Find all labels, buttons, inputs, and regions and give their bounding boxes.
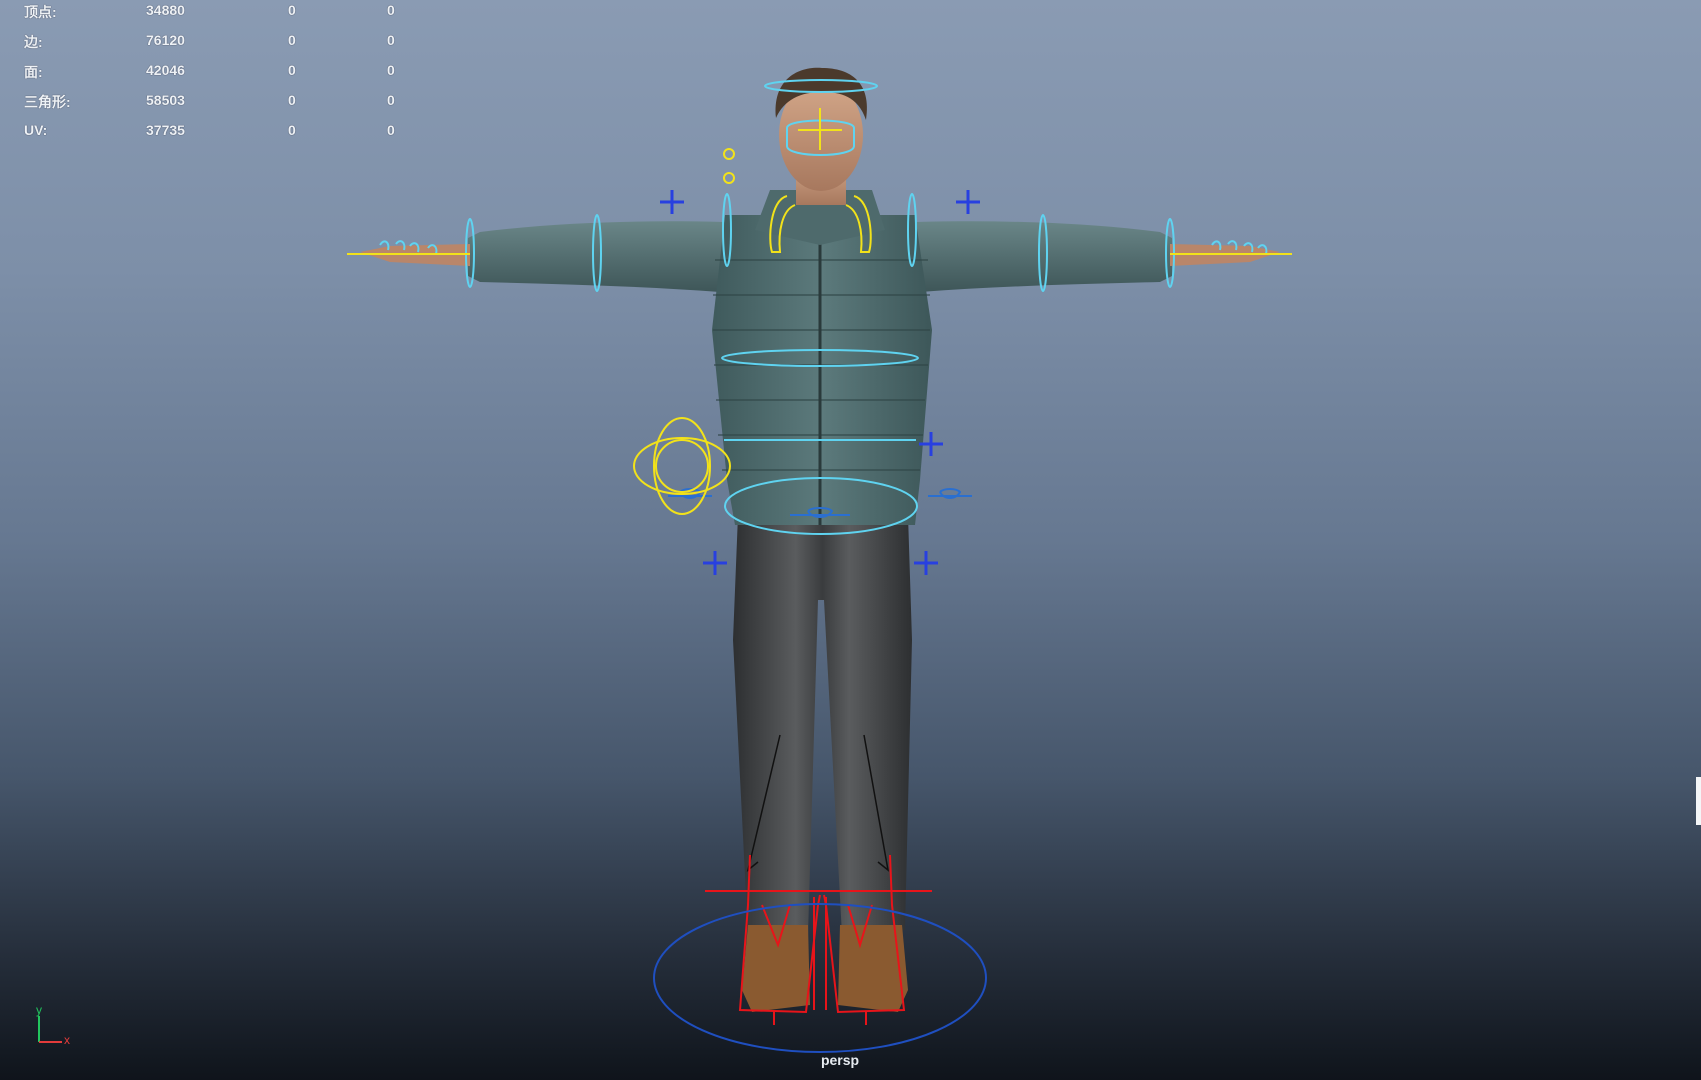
right-shoe [838, 925, 908, 1012]
eye-control-small[interactable] [723, 172, 735, 184]
left-sleeve [468, 221, 725, 292]
3d-viewport[interactable]: 顶点: 34880 0 0 边: 76120 0 0 面: 42046 0 0 … [0, 0, 1701, 1080]
view-axis-icon: y x [36, 1004, 70, 1046]
character-scene[interactable] [0, 0, 1701, 1080]
main-settings-control-inner[interactable] [655, 439, 709, 493]
viewport-edge-handle[interactable] [1696, 777, 1701, 825]
character-mesh[interactable] [360, 67, 1280, 1012]
main-settings-control[interactable] [633, 437, 731, 495]
main-settings-control-vertical[interactable] [653, 417, 711, 515]
axis-y-label: y [36, 1004, 42, 1017]
right-sleeve [915, 221, 1172, 292]
camera-name-label: persp [820, 1052, 860, 1068]
eye-control-small[interactable] [723, 148, 735, 160]
axis-x-label: x [64, 1033, 70, 1046]
pants [733, 515, 912, 935]
root-control[interactable] [653, 903, 987, 1053]
side-swing-control[interactable] [928, 488, 972, 499]
